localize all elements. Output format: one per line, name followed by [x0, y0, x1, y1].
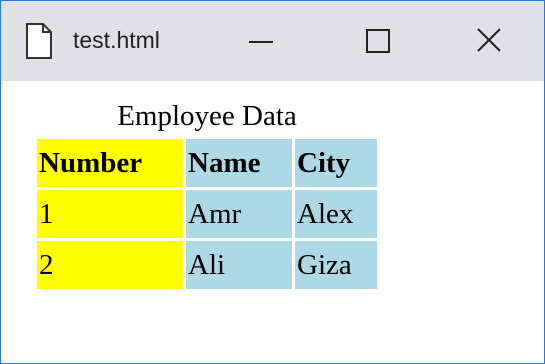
cell-number: 2 — [37, 241, 183, 289]
cell-name: Amr — [186, 190, 292, 238]
header-city: City — [295, 139, 377, 187]
cell-city: Alex — [295, 190, 377, 238]
table-caption: Employee Data — [117, 100, 297, 132]
maximize-icon[interactable] — [355, 19, 399, 63]
cell-city: Giza — [295, 241, 377, 289]
cell-name: Ali — [186, 241, 292, 289]
page-content: Employee Data Number Name City 1 Amr Ale… — [34, 98, 380, 292]
table-row: 1 Amr Alex — [37, 190, 377, 238]
cell-number: 1 — [37, 190, 183, 238]
minimize-icon[interactable] — [239, 19, 283, 63]
employee-table: Employee Data Number Name City 1 Amr Ale… — [34, 98, 380, 292]
table-row: 2 Ali Giza — [37, 241, 377, 289]
title-bar[interactable]: test.html — [1, 1, 544, 81]
header-name: Name — [186, 139, 292, 187]
close-icon[interactable] — [467, 19, 511, 63]
page-icon — [25, 23, 53, 59]
browser-window: test.html Employee Data Number Name City… — [0, 0, 545, 364]
header-number: Number — [37, 139, 183, 187]
table-header-row: Number Name City — [37, 139, 377, 187]
window-title: test.html — [73, 27, 160, 53]
